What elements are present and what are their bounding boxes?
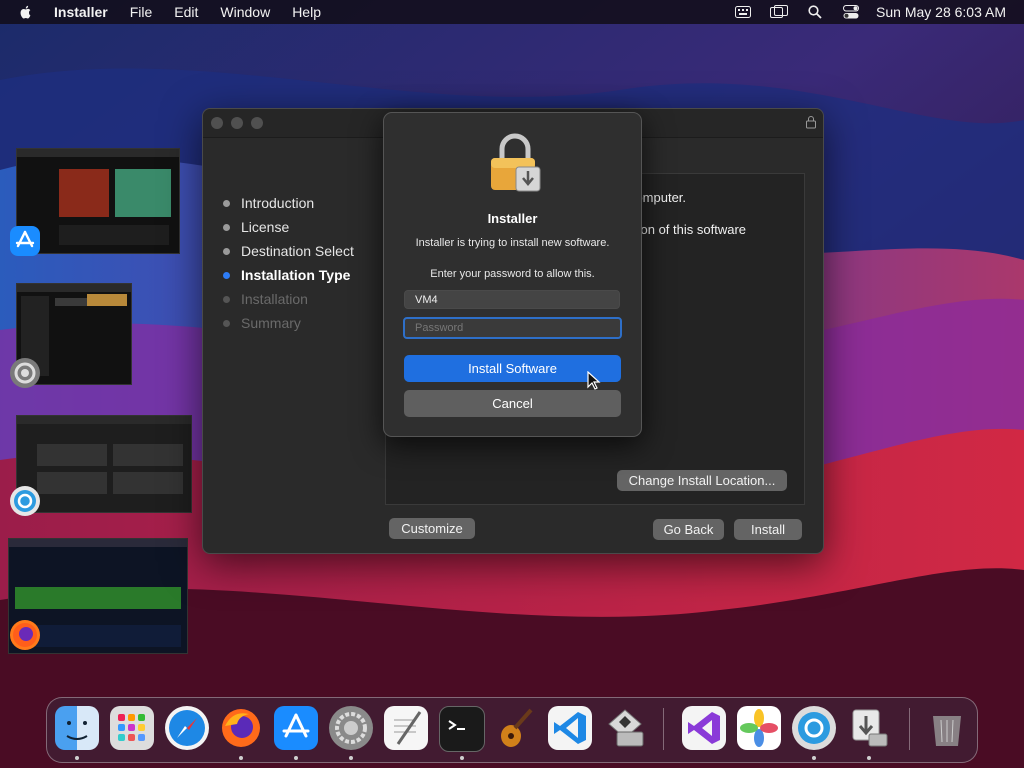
- lock-icon: [806, 116, 816, 129]
- menu-app-name[interactable]: Installer: [54, 4, 108, 20]
- keyboard-icon[interactable]: [734, 4, 752, 20]
- menu-file[interactable]: File: [130, 4, 153, 20]
- firefox-icon[interactable]: [10, 620, 40, 650]
- menu-clock[interactable]: Sun May 28 6:03 AM: [876, 4, 1006, 20]
- padlock-installer-icon: [491, 133, 541, 192]
- mouse-cursor-icon: [587, 371, 601, 390]
- app-store-icon[interactable]: [274, 706, 318, 750]
- stage-thumbnail-app-store[interactable]: [16, 148, 180, 254]
- garageband-icon[interactable]: [493, 706, 537, 750]
- go-back-button[interactable]: Go Back: [653, 519, 724, 540]
- disk-utility-icon[interactable]: [603, 706, 647, 750]
- control-center-icon[interactable]: [842, 4, 860, 20]
- system-preferences-icon[interactable]: [329, 706, 373, 750]
- menu-edit[interactable]: Edit: [174, 4, 198, 20]
- trash-icon[interactable]: [925, 706, 969, 750]
- customize-button[interactable]: Customize: [389, 518, 475, 539]
- dialog-message: Installer is trying to install new softw…: [415, 237, 610, 249]
- search-icon[interactable]: [806, 4, 824, 20]
- dialog-prompt: Enter your password to allow this.: [430, 268, 595, 280]
- installer-icon[interactable]: [847, 706, 891, 750]
- menu-help[interactable]: Help: [292, 4, 321, 20]
- menu-window[interactable]: Window: [220, 4, 270, 20]
- screen-mirror-icon[interactable]: [770, 4, 789, 20]
- dialog-title: Installer: [487, 211, 538, 226]
- step-license: License: [223, 219, 289, 235]
- visual-studio-icon[interactable]: [682, 706, 726, 750]
- close-button[interactable]: [211, 117, 223, 129]
- apple-logo-icon[interactable]: [18, 4, 34, 20]
- stage-thumbnail-opencore[interactable]: [16, 415, 192, 513]
- step-summary: Summary: [223, 315, 301, 331]
- cancel-button[interactable]: Cancel: [404, 390, 621, 417]
- step-installation-type: Installation Type: [223, 267, 350, 283]
- auth-dialog: Installer Installer is trying to install…: [383, 112, 642, 437]
- minimize-button[interactable]: [231, 117, 243, 129]
- finder-icon[interactable]: [55, 706, 99, 750]
- step-introduction: Introduction: [223, 195, 314, 211]
- step-destination-select: Destination Select: [223, 243, 354, 259]
- zoom-button[interactable]: [251, 117, 263, 129]
- textedit-icon[interactable]: [384, 706, 428, 750]
- change-install-location-button[interactable]: Change Install Location...: [617, 470, 787, 491]
- vscode-icon[interactable]: [548, 706, 592, 750]
- launchpad-icon[interactable]: [110, 706, 154, 750]
- opencore-icon[interactable]: [792, 706, 836, 750]
- step-installation: Installation: [223, 291, 308, 307]
- password-field[interactable]: Password: [403, 317, 622, 339]
- safari-icon[interactable]: [165, 706, 209, 750]
- system-preferences-icon[interactable]: [10, 358, 40, 388]
- app-store-icon[interactable]: [10, 226, 40, 256]
- terminal-icon[interactable]: [439, 706, 485, 752]
- opencore-icon[interactable]: [10, 486, 40, 516]
- menu-bar: Installer File Edit Window Help Sun May …: [0, 0, 1024, 24]
- photos-icon[interactable]: [737, 706, 781, 750]
- firefox-icon[interactable]: [219, 706, 263, 750]
- dock: [46, 697, 978, 763]
- install-button[interactable]: Install: [734, 519, 802, 540]
- username-field[interactable]: VM4: [404, 290, 620, 309]
